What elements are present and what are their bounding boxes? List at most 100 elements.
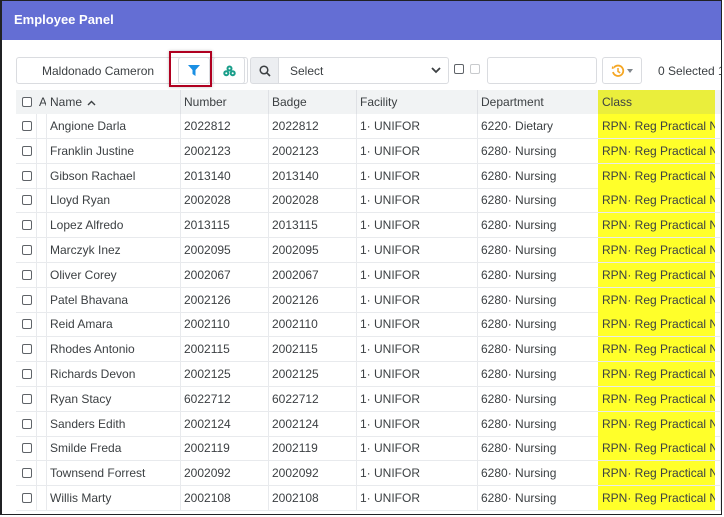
history-icon — [611, 64, 625, 77]
select-all-checkbox[interactable] — [22, 97, 32, 107]
cell-number: 2002124 — [184, 416, 231, 431]
column-header-department[interactable]: Department — [477, 90, 598, 114]
cell-badge: 2002095 — [272, 243, 319, 257]
search-icon — [258, 64, 271, 77]
row-select-cell — [16, 412, 36, 436]
option-checkbox-2-disabled[interactable] — [470, 64, 480, 74]
row-checkbox[interactable] — [22, 195, 32, 206]
row-select-cell — [16, 263, 36, 287]
row-checkbox[interactable] — [22, 443, 32, 454]
table-row[interactable]: Oliver Corey 2002067 2002067 1· UNIFOR 6… — [16, 262, 721, 288]
select-dropdown[interactable]: Select — [278, 57, 449, 84]
table-row[interactable]: Sanders Edith 2002124 2002124 1· UNIFOR … — [16, 411, 721, 437]
cell-number: 2002095 — [184, 243, 231, 257]
cell-class: RPN· Reg Practical Nurs — [598, 188, 715, 213]
filter-button-highlight — [169, 51, 212, 87]
history-dropdown-button[interactable] — [602, 57, 642, 84]
cell-badge: 2002092 — [272, 466, 319, 481]
column-header-a[interactable]: A — [36, 90, 46, 114]
row-checkbox[interactable] — [22, 418, 32, 429]
table-row[interactable]: Angione Darla 2022812 2022812 1· UNIFOR … — [16, 114, 721, 139]
row-checkbox[interactable] — [22, 269, 32, 280]
row-checkbox[interactable] — [22, 393, 32, 404]
row-checkbox[interactable] — [22, 294, 32, 305]
cell-name: Smilde Freda — [50, 441, 122, 456]
cell-department: 6280· Nursing — [481, 367, 557, 381]
cell-department: 6280· Nursing — [481, 218, 557, 233]
org-tree-button[interactable] — [213, 57, 245, 84]
column-header-facility[interactable]: Facility — [356, 90, 477, 114]
row-select-cell — [16, 139, 36, 163]
filter-text-input[interactable] — [487, 57, 597, 84]
search-addon[interactable] — [250, 57, 279, 84]
cell-facility: 1· UNIFOR — [360, 367, 420, 381]
caret-down-icon — [627, 68, 633, 73]
cell-class: RPN· Reg Practical Nurs — [598, 163, 715, 188]
row-checkbox[interactable] — [22, 245, 32, 255]
cell-badge: 2002028 — [272, 193, 319, 208]
table-row[interactable]: Lloyd Ryan 2002028 2002028 1· UNIFOR 628… — [16, 188, 721, 214]
cell-class: RPN· Reg Practical Nurs — [598, 362, 715, 386]
column-header-badge[interactable]: Badge — [268, 90, 356, 114]
cell-badge: 2022812 — [272, 119, 319, 133]
column-header-class[interactable]: Class — [598, 90, 715, 114]
cell-number: 2002119 — [184, 441, 230, 456]
cell-class: RPN· Reg Practical Nurs — [598, 312, 715, 337]
select-dropdown-value: Select — [290, 64, 324, 78]
cell-facility: 1· UNIFOR — [360, 317, 420, 332]
column-header-number[interactable]: Number — [180, 90, 268, 114]
cell-department: 6280· Nursing — [481, 143, 557, 158]
table-row[interactable]: Willis Marty 2002108 2002108 1· UNIFOR 6… — [16, 486, 721, 511]
table-row[interactable]: Lopez Alfredo 2013115 2013115 1· UNIFOR … — [16, 213, 721, 239]
row-checkbox[interactable] — [22, 369, 32, 379]
table-row[interactable]: Gibson Rachael 2013140 2013140 1· UNIFOR… — [16, 163, 721, 189]
cell-class: RPN· Reg Practical Nurs — [598, 138, 715, 163]
cell-name: Rhodes Antonio — [50, 342, 135, 357]
cell-name: Franklin Justine — [50, 143, 135, 158]
row-checkbox[interactable] — [22, 344, 32, 355]
table-row[interactable]: Marczyk Inez 2002095 2002095 1· UNIFOR 6… — [16, 238, 721, 263]
cell-badge: 2002115 — [272, 342, 318, 357]
cell-class: RPN· Reg Practical Nurs — [598, 337, 715, 362]
cell-department: 6280· Nursing — [481, 267, 557, 282]
cell-badge: 2002126 — [272, 292, 319, 307]
grid-header-row: A Name Number Badge Facility Department … — [16, 90, 721, 114]
row-checkbox[interactable] — [22, 493, 32, 503]
cell-name: Angione Darla — [50, 119, 127, 133]
row-select-cell — [16, 188, 36, 212]
employee-panel-window: Employee Panel Maldonado Cameron Select — [0, 0, 722, 515]
row-checkbox[interactable] — [22, 319, 32, 330]
title-bar: Employee Panel — [2, 1, 721, 40]
cell-class: RPN· Reg Practical Nurs — [598, 114, 715, 138]
table-row[interactable]: Richards Devon 2002125 2002125 1· UNIFOR… — [16, 362, 721, 387]
option-checkbox-1[interactable] — [454, 64, 464, 74]
toolbar: Maldonado Cameron Select 0 Selected — [2, 40, 721, 90]
window-title: Employee Panel — [14, 12, 114, 27]
cell-name: Lloyd Ryan — [50, 193, 111, 208]
cell-name: Ryan Stacy — [50, 391, 112, 406]
table-row[interactable]: Townsend Forrest 2002092 2002092 1· UNIF… — [16, 461, 721, 487]
cell-badge: 2002123 — [272, 143, 319, 158]
table-row[interactable]: Rhodes Antonio 2002115 2002115 1· UNIFOR… — [16, 337, 721, 363]
cell-number: 2002110 — [184, 317, 230, 332]
table-row[interactable]: Reid Amara 2002110 2002110 1· UNIFOR 628… — [16, 312, 721, 338]
column-header-name[interactable]: Name — [46, 90, 178, 114]
cell-department: 6280· Nursing — [481, 292, 557, 307]
cell-facility: 1· UNIFOR — [360, 193, 420, 208]
row-checkbox[interactable] — [22, 170, 32, 181]
row-checkbox[interactable] — [22, 468, 32, 479]
cell-class: RPN· Reg Practical Nurs — [598, 486, 715, 510]
selected-count: 0 Selected 16 — [658, 64, 721, 78]
table-row[interactable]: Ryan Stacy 6022712 6022712 1· UNIFOR 628… — [16, 386, 721, 412]
cell-badge: 2002110 — [272, 317, 318, 332]
table-row[interactable]: Franklin Justine 2002123 2002123 1· UNIF… — [16, 138, 721, 164]
table-row[interactable]: Patel Bhavana 2002126 2002126 1· UNIFOR … — [16, 287, 721, 313]
row-checkbox[interactable] — [22, 220, 32, 231]
table-row[interactable]: Smilde Freda 2002119 2002119 1· UNIFOR 6… — [16, 436, 721, 462]
row-checkbox[interactable] — [22, 121, 32, 131]
cell-class: RPN· Reg Practical Nurs — [598, 411, 715, 436]
row-checkbox[interactable] — [22, 145, 32, 156]
chevron-down-icon — [431, 67, 441, 74]
cell-department: 6280· Nursing — [481, 317, 557, 332]
cell-badge: 2013140 — [272, 168, 319, 183]
